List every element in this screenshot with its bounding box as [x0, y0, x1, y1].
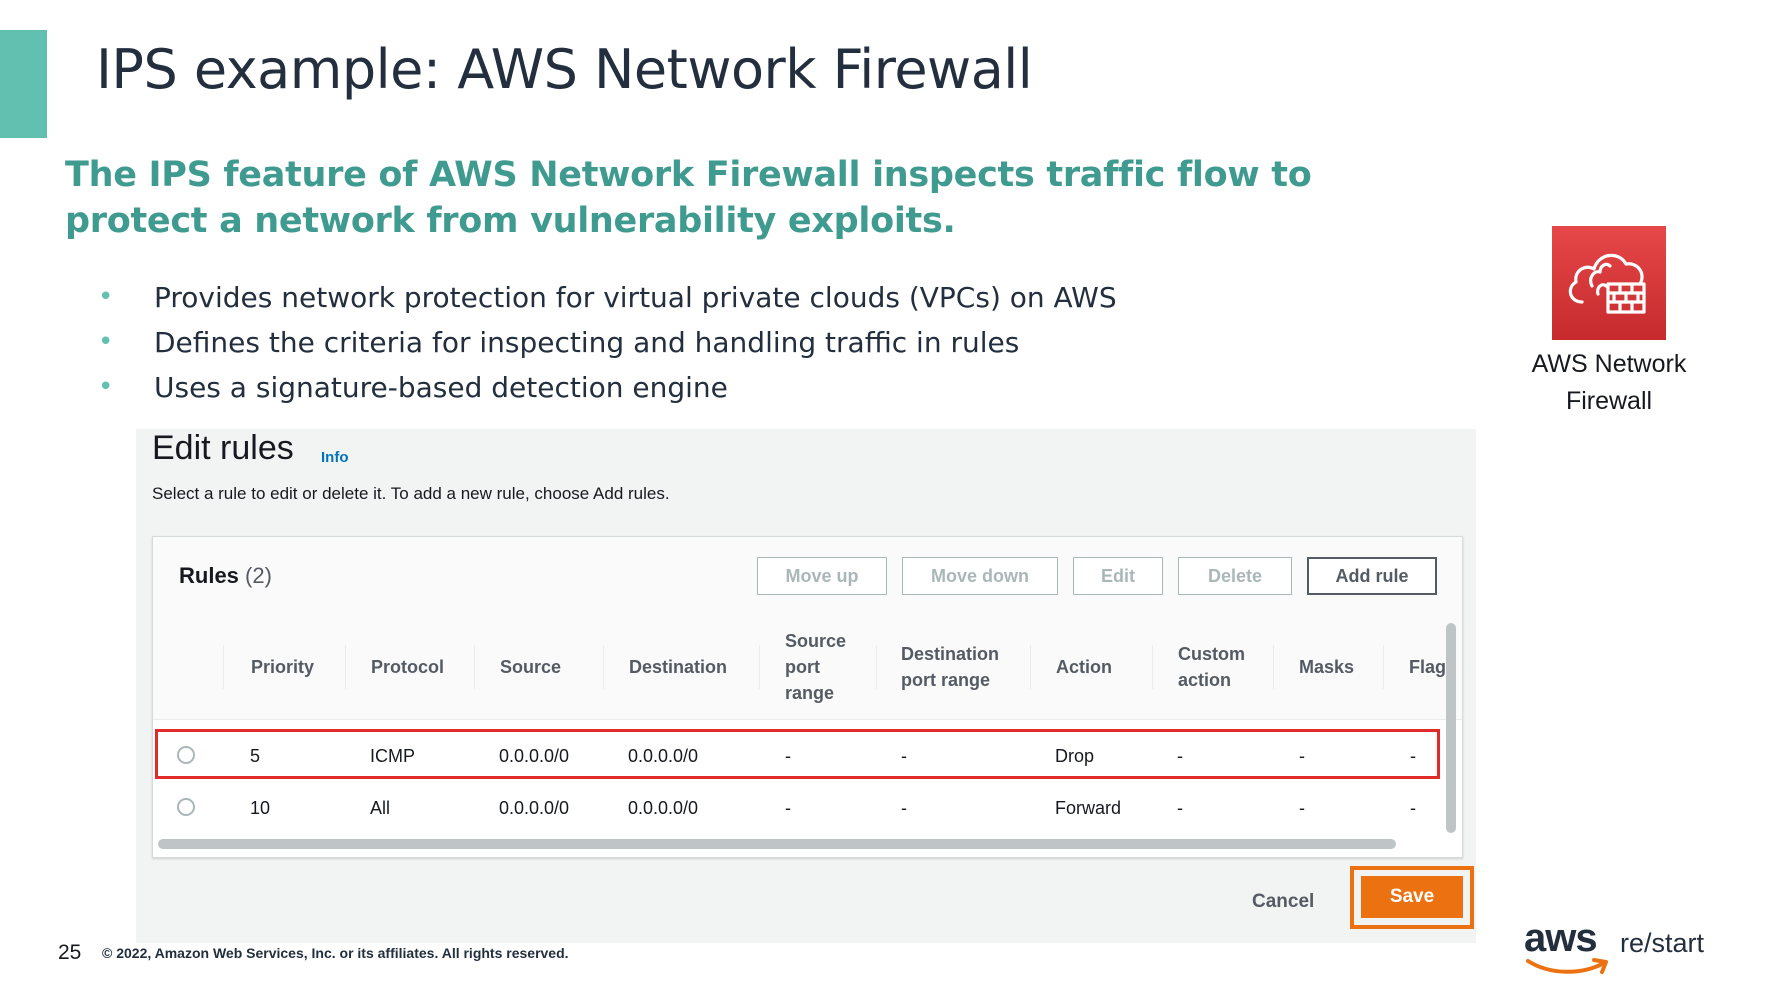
aws-smile-icon [1526, 958, 1608, 974]
edit-rules-title: Edit rules [152, 429, 294, 467]
cell-destination-port-range: - [901, 797, 907, 818]
column-protocol[interactable]: Protocol [371, 615, 444, 719]
bullet-dot-icon: • [98, 327, 114, 357]
network-firewall-icon [1552, 226, 1666, 340]
column-masks[interactable]: Masks [1299, 615, 1354, 719]
column-source[interactable]: Source [500, 615, 561, 719]
column-flags[interactable]: Flag [1409, 615, 1446, 719]
bullet-item: • Defines the criteria for inspecting and… [96, 320, 1117, 365]
edit-rules-description: Select a rule to edit or delete it. To a… [152, 484, 670, 503]
edit-button[interactable]: Edit [1073, 557, 1163, 595]
cell-source-port-range: - [785, 797, 791, 818]
cell-destination: 0.0.0.0/0 [628, 797, 699, 818]
column-source-port-range[interactable]: Source port range [785, 615, 846, 719]
restart-logo-text: re/start [1620, 928, 1705, 958]
column-separator [1273, 645, 1274, 689]
move-down-button[interactable]: Move down [902, 557, 1058, 595]
column-separator [1383, 645, 1384, 689]
bullet-dot-icon: • [98, 372, 114, 402]
column-separator [345, 645, 346, 689]
column-separator [759, 645, 760, 689]
column-separator [603, 645, 604, 689]
slide-accent-bar [0, 30, 47, 138]
slide-title: IPS example: AWS Network Firewall [96, 38, 1033, 101]
column-destination[interactable]: Destination [629, 615, 727, 719]
rules-panel-header: Rules (2) Move up Move down Edit Delete … [153, 537, 1462, 616]
cloud-firewall-icon [1568, 253, 1646, 314]
bullet-item: • Provides network protection for virtual… [96, 275, 1117, 320]
column-priority[interactable]: Priority [251, 615, 314, 719]
row-select-radio[interactable] [177, 798, 195, 816]
column-separator [474, 645, 475, 689]
bullet-dot-icon: • [98, 282, 114, 312]
aws-logo-text: aws [1524, 916, 1598, 960]
rules-title: Rules (2) [179, 563, 272, 588]
info-link[interactable]: Info [321, 449, 349, 466]
column-custom-action[interactable]: Custom action [1178, 615, 1245, 719]
service-label: AWS Network Firewall [1531, 350, 1687, 415]
cell-priority: 10 [250, 797, 271, 818]
cell-action: Forward [1055, 797, 1122, 818]
rules-panel: Rules (2) Move up Move down Edit Delete … [152, 536, 1463, 858]
column-separator [223, 645, 224, 689]
column-separator [1030, 645, 1031, 689]
cell-custom-action: - [1177, 797, 1183, 818]
column-destination-port-range[interactable]: Destination port range [901, 615, 999, 719]
vertical-scrollbar[interactable] [1446, 623, 1456, 833]
cell-flags: - [1410, 797, 1416, 818]
bullet-list: • Provides network protection for virtual… [96, 275, 1117, 410]
column-action[interactable]: Action [1056, 615, 1112, 719]
horizontal-scrollbar[interactable] [158, 839, 1396, 849]
delete-button[interactable]: Delete [1178, 557, 1292, 595]
slide-subtitle: The IPS feature of AWS Network Firewall … [65, 155, 1312, 241]
edit-rules-console: Edit rules Info Select a rule to edit or… [136, 429, 1476, 943]
selected-row-highlight [155, 729, 1440, 779]
rules-count: (2) [245, 563, 272, 588]
add-rule-button[interactable]: Add rule [1307, 557, 1437, 595]
copyright-notice: © 2022, Amazon Web Services, Inc. or its… [102, 945, 569, 961]
column-separator [1152, 645, 1153, 689]
bullet-item: • Uses a signature-based detection engine [96, 365, 1117, 410]
save-button[interactable]: Save [1361, 876, 1463, 918]
cell-source: 0.0.0.0/0 [499, 797, 570, 818]
cell-masks: - [1299, 797, 1305, 818]
move-up-button[interactable]: Move up [757, 557, 887, 595]
page-number: 25 [58, 941, 82, 964]
column-separator [876, 645, 877, 689]
table-row[interactable]: 10 All 0.0.0.0/0 0.0.0.0/0 - - Forward -… [153, 783, 1462, 833]
rules-table-header: Priority Protocol Source Destination Sou… [153, 615, 1462, 720]
cell-protocol: All [370, 797, 391, 818]
cancel-button[interactable]: Cancel [1252, 891, 1314, 913]
